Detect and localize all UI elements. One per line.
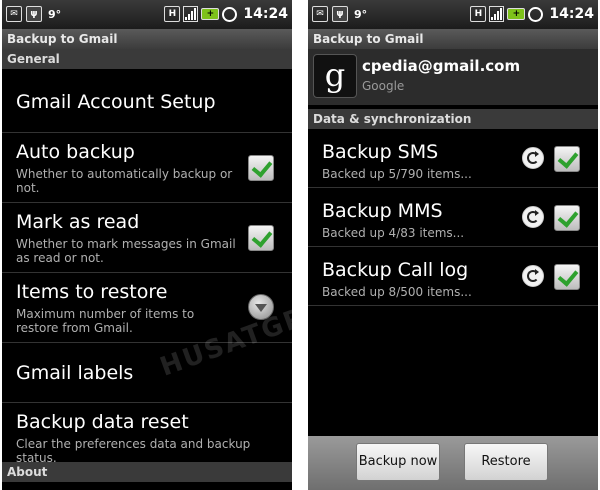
dropdown-arrow-icon[interactable]: [248, 294, 274, 320]
section-about: About: [2, 462, 292, 482]
checkbox-checked-icon[interactable]: [554, 146, 580, 172]
item-subtitle: Whether to mark messages in Gmail as rea…: [16, 237, 236, 265]
item-title: Gmail Account Setup: [16, 91, 216, 113]
usb-icon: ψ: [332, 6, 348, 22]
item-title: Gmail labels: [16, 362, 134, 384]
sync-icon: [522, 265, 544, 287]
pref-auto-backup[interactable]: Auto backup Whether to automatically bac…: [2, 133, 292, 203]
battery-icon: +: [507, 8, 526, 20]
item-subtitle: Clear the preferences data and backup st…: [16, 437, 251, 465]
alarm-icon: [528, 6, 544, 22]
pref-backup-call-log[interactable]: Backup Call log Backed up 8/500 items...: [308, 247, 598, 306]
item-title: Backup SMS: [322, 141, 439, 163]
item-title: Backup MMS: [322, 200, 443, 222]
item-subtitle: Backed up 5/790 items...: [322, 167, 472, 181]
bottom-button-bar: Backup now Restore: [308, 436, 598, 490]
item-title: Auto backup: [16, 141, 135, 163]
mail-icon: ✉: [312, 6, 328, 22]
checkbox-checked-icon[interactable]: [248, 155, 274, 181]
pref-backup-mms[interactable]: Backup MMS Backed up 4/83 items...: [308, 188, 598, 247]
item-subtitle: Backed up 8/500 items...: [322, 285, 472, 299]
status-bar: ✉ ψ 9° H + 14:24: [308, 0, 598, 29]
checkbox-checked-icon[interactable]: [554, 205, 580, 231]
battery-icon: +: [201, 8, 220, 20]
pref-items-to-restore[interactable]: Items to restore Maximum number of items…: [2, 273, 292, 343]
account-row[interactable]: g cpedia@gmail.com Google: [308, 49, 598, 105]
clock: 14:24: [549, 6, 594, 22]
left-screen: ✉ ψ 9° H + 14:24 Backup to Gmail General…: [2, 0, 292, 490]
section-general: General: [2, 49, 292, 69]
status-bar: ✉ ψ 9° H + 14:24: [2, 0, 292, 29]
usb-icon: ψ: [26, 6, 42, 22]
app-title: Backup to Gmail: [2, 29, 292, 49]
sync-icon: [522, 147, 544, 169]
pref-backup-sms[interactable]: Backup SMS Backed up 5/790 items...: [308, 129, 598, 188]
item-title: Backup Call log: [322, 259, 469, 281]
account-type: Google: [362, 79, 405, 93]
right-screen: ✉ ψ 9° H + 14:24 Backup to Gmail g cpedi…: [308, 0, 598, 490]
sync-icon: [522, 206, 544, 228]
status-left-icons: ✉ ψ 9°: [6, 6, 61, 22]
item-subtitle: Backed up 4/83 items...: [322, 226, 465, 240]
item-subtitle: Maximum number of items to restore from …: [16, 307, 195, 335]
app-title: Backup to Gmail: [308, 29, 598, 49]
checkbox-checked-icon[interactable]: [248, 225, 274, 251]
clock: 14:24: [243, 6, 288, 22]
signal-icon: [489, 6, 505, 22]
temperature: 9°: [354, 7, 368, 21]
status-left-icons: ✉ ψ 9°: [312, 6, 367, 22]
pref-gmail-labels[interactable]: Gmail labels: [2, 343, 292, 403]
signal-icon: [183, 6, 199, 22]
item-title: Items to restore: [16, 281, 168, 303]
item-subtitle: Whether to automatically backup or not.: [16, 167, 233, 195]
pref-mark-as-read[interactable]: Mark as read Whether to mark messages in…: [2, 203, 292, 273]
hsdpa-icon: H: [470, 6, 487, 22]
mail-icon: ✉: [6, 6, 22, 22]
temperature: 9°: [48, 7, 62, 21]
alarm-icon: [222, 6, 238, 22]
section-data-sync: Data & synchronization: [308, 109, 598, 129]
backup-now-button[interactable]: Backup now: [356, 443, 440, 481]
pref-backup-data-reset[interactable]: Backup data reset Clear the preferences …: [2, 403, 292, 465]
hsdpa-icon: H: [164, 6, 181, 22]
restore-button[interactable]: Restore: [464, 443, 548, 481]
pref-gmail-account-setup[interactable]: Gmail Account Setup: [2, 69, 292, 133]
account-email: cpedia@gmail.com: [362, 57, 521, 75]
status-right-icons: H + 14:24: [470, 6, 594, 22]
item-title: Backup data reset: [16, 411, 189, 433]
google-logo-icon: g: [313, 54, 357, 98]
item-title: Mark as read: [16, 211, 140, 233]
status-right-icons: H + 14:24: [164, 6, 288, 22]
checkbox-checked-icon[interactable]: [554, 264, 580, 290]
